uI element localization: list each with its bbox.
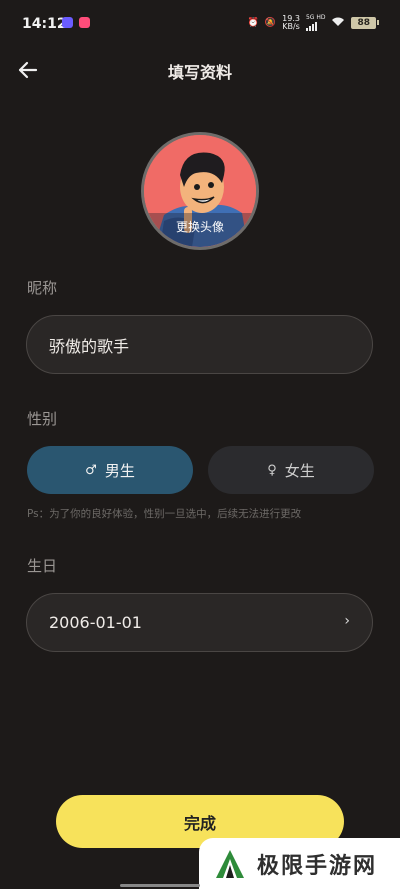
gender-female-label: 女生 bbox=[284, 461, 315, 480]
status-time: 14:12 bbox=[22, 16, 67, 32]
birthday-label: 生日 bbox=[27, 557, 58, 575]
watermark-text: 极限手游网 bbox=[257, 853, 378, 879]
watermark: 极限手游网 bbox=[199, 838, 400, 889]
nickname-value: 骄傲的歌手 bbox=[49, 336, 130, 356]
done-label: 完成 bbox=[183, 813, 216, 833]
chevron-right-icon: › bbox=[344, 613, 350, 629]
wifi-icon bbox=[331, 16, 345, 30]
birthday-picker[interactable]: 2006-01-01 › bbox=[26, 593, 373, 652]
female-icon: ♀ bbox=[267, 462, 277, 478]
app-notification-icon-2 bbox=[79, 17, 90, 28]
birthday-value: 2006-01-01 bbox=[49, 613, 142, 632]
mute-icon: 🔕 bbox=[264, 17, 277, 28]
status-icons: ⏰ 🔕 19.3 KB/s 5G HD 88 bbox=[247, 13, 379, 31]
battery-icon: 88 bbox=[351, 16, 379, 29]
alarm-icon: ⏰ bbox=[247, 17, 259, 28]
watermark-logo bbox=[216, 849, 244, 878]
net-speed: 19.3 KB/s bbox=[282, 13, 300, 31]
home-indicator[interactable] bbox=[120, 884, 200, 887]
nickname-label: 昵称 bbox=[27, 279, 58, 297]
gender-note: Ps：为了你的良好体验，性别一旦选中，后续无法进行更改 bbox=[27, 508, 302, 520]
male-icon: ♂ bbox=[85, 462, 97, 478]
gender-male-label: 男生 bbox=[104, 461, 135, 480]
status-bar: 14:12 ⏰ 🔕 19.3 KB/s 5G HD 88 bbox=[0, 0, 400, 46]
app-notification-icon bbox=[62, 17, 73, 28]
gender-label: 性别 bbox=[27, 410, 58, 428]
nickname-input[interactable]: 骄傲的歌手 bbox=[26, 315, 373, 374]
signal-icon: 5G HD bbox=[305, 14, 325, 31]
change-avatar-label: 更换头像 bbox=[144, 213, 256, 247]
page-title: 填写资料 bbox=[167, 63, 232, 82]
header: 填写资料 bbox=[0, 50, 400, 90]
gender-male-button[interactable]: ♂ 男生 bbox=[27, 446, 193, 494]
avatar-picker[interactable]: 更换头像 bbox=[141, 132, 259, 250]
gender-female-button[interactable]: ♀ 女生 bbox=[208, 446, 374, 494]
